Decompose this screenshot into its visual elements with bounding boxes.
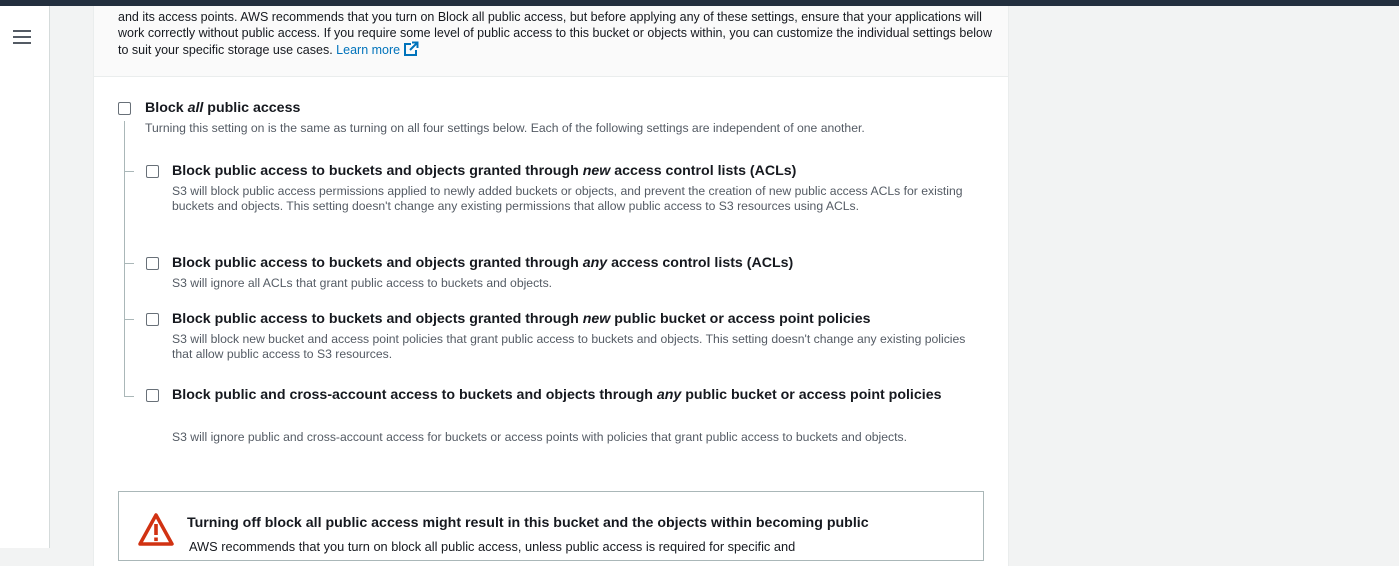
setting-3-title-post: public bucket or access point policies (610, 311, 871, 327)
block-all-public-access-checkbox[interactable] (118, 102, 131, 115)
setting-4-title-emphasis: any (656, 387, 682, 403)
block-all-title: Block all public access (145, 99, 300, 117)
block-any-acls-checkbox[interactable] (146, 257, 159, 270)
setting-2-title: Block public access to buckets and objec… (172, 254, 793, 272)
setting-3-title-emphasis: new (582, 311, 611, 327)
intro-description: and its access points. AWS recommends th… (94, 6, 1008, 77)
warning-description: AWS recommends that you turn on block al… (189, 539, 796, 554)
setting-2-title-pre: Block public access to buckets and objec… (172, 255, 583, 271)
external-link-icon (404, 41, 420, 56)
setting-3-description: S3 will block new bucket and access poin… (172, 332, 966, 361)
setting-2-description: S3 will ignore all ACLs that grant publi… (172, 276, 553, 290)
tree-branch-3 (124, 319, 134, 320)
settings-tree-line (124, 121, 125, 396)
warning-triangle-icon (138, 513, 174, 546)
setting-3-title: Block public access to buckets and objec… (172, 310, 871, 328)
tree-branch-1 (124, 171, 134, 172)
learn-more-label: Learn more (336, 43, 401, 57)
tree-branch-4 (124, 396, 134, 397)
block-all-title-emphasis: all (187, 100, 204, 116)
learn-more-link[interactable]: Learn more (336, 41, 420, 57)
warning-alert: Turning off block all public access migh… (118, 491, 984, 561)
setting-4-description: S3 will ignore public and cross-account … (172, 430, 908, 444)
block-new-acls-checkbox[interactable] (146, 165, 159, 178)
block-all-title-pre: Block (145, 100, 188, 116)
setting-1-description: S3 will block public access permissions … (172, 184, 963, 213)
block-all-description: Turning this setting on is the same as t… (145, 121, 865, 135)
setting-4-title: Block public and cross-account access to… (172, 386, 962, 404)
left-navigation-rail (0, 6, 50, 548)
setting-4-title-post: public bucket or access point policies (681, 387, 942, 403)
tree-branch-2 (124, 263, 134, 264)
block-all-title-post: public access (203, 100, 301, 116)
setting-1-title: Block public access to buckets and objec… (172, 162, 796, 180)
block-any-policies-checkbox[interactable] (146, 389, 159, 402)
hamburger-menu-icon[interactable] (13, 30, 31, 44)
block-new-policies-checkbox[interactable] (146, 313, 159, 326)
setting-2-title-emphasis: any (582, 255, 608, 271)
setting-1-title-emphasis: new (582, 163, 611, 179)
setting-1-title-pre: Block public access to buckets and objec… (172, 163, 583, 179)
setting-1-title-post: access control lists (ACLs) (610, 163, 797, 179)
setting-4-title-pre: Block public and cross-account access to… (172, 387, 657, 403)
setting-3-title-pre: Block public access to buckets and objec… (172, 311, 583, 327)
setting-2-title-post: access control lists (ACLs) (607, 255, 794, 271)
warning-title: Turning off block all public access migh… (187, 515, 869, 531)
intro-text: and its access points. AWS recommends th… (118, 10, 993, 57)
